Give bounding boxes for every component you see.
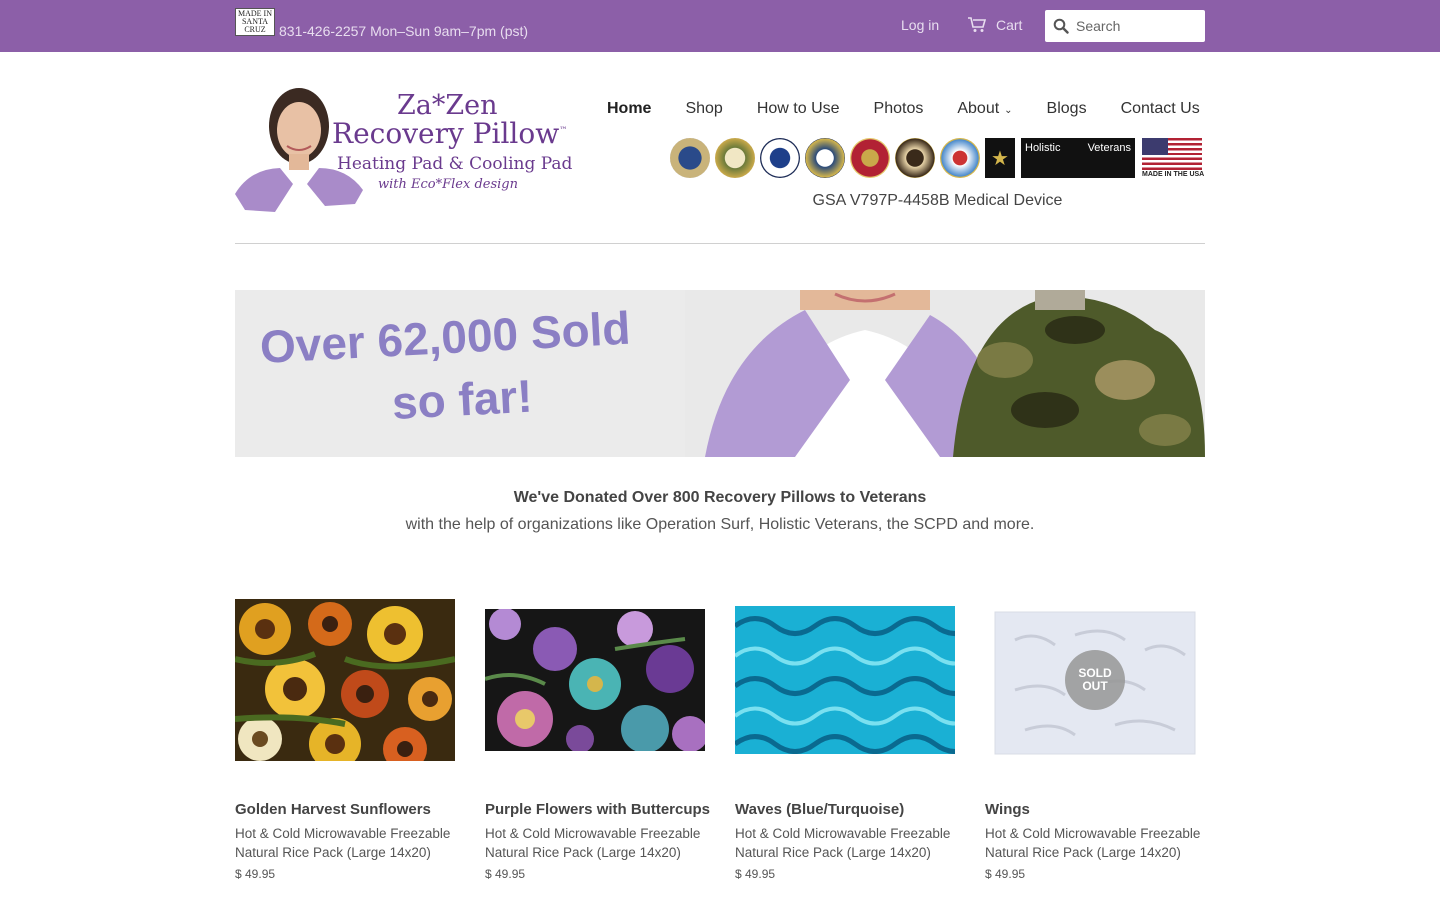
coast-guard-seal-icon — [940, 138, 980, 178]
product-title: Waves (Blue/Turquoise) — [735, 801, 905, 818]
air-force-seal-icon — [760, 138, 800, 178]
logo-line: CRUZ — [244, 25, 266, 34]
product-image — [735, 606, 955, 754]
product-image-wrap — [235, 596, 455, 764]
product-card[interactable]: SOLD OUT Wings Hot & Cold Microwavable F… — [985, 596, 1205, 881]
product-description: Hot & Cold Microwavable Freezable Natura… — [485, 826, 701, 860]
army-seal-icon — [715, 138, 755, 178]
product-card[interactable]: Purple Flowers with Buttercups Hot & Col… — [485, 596, 711, 881]
product-title: Golden Harvest Sunflowers — [235, 801, 431, 818]
product-image-wrap — [735, 596, 955, 764]
military-seals: ★ Holistic Veterans MADE IN THE USA — [670, 138, 1205, 178]
donation-subtitle: with the help of organizations like Oper… — [405, 516, 1035, 533]
nav-about[interactable]: About ⌄ — [957, 100, 1012, 118]
product-title: Wings — [985, 801, 1030, 818]
product-title: Purple Flowers with Buttercups — [485, 801, 711, 818]
navy-seal-icon — [805, 138, 845, 178]
hero-banner[interactable]: Over 62,000 Sold so far! — [235, 290, 1205, 457]
product-image-wrap — [485, 596, 705, 764]
product-image — [235, 599, 455, 761]
brand-tagline: Heating Pad & Cooling Pad — [337, 154, 573, 174]
nav-about-label: About — [957, 100, 1000, 117]
product-image-wrap: SOLD OUT — [985, 596, 1205, 764]
phone-hours: 831-426-2257 Mon–Sun 9am–7pm (pst) — [279, 23, 529, 39]
login-link[interactable]: Log in — [901, 17, 939, 33]
national-guard-seal-icon — [895, 138, 935, 178]
header-divider — [235, 243, 1205, 244]
marines-seal-icon — [850, 138, 890, 178]
product-card[interactable]: Golden Harvest Sunflowers Hot & Cold Mic… — [235, 596, 455, 881]
product-description: Hot & Cold Microwavable Freezable Natura… — [235, 826, 451, 860]
product-image — [485, 609, 705, 751]
search-box[interactable] — [1045, 10, 1205, 42]
cart-link[interactable]: Cart — [967, 17, 1022, 33]
brand-subtagline: with Eco*Flex design — [378, 177, 518, 192]
holistic-label: Holistic — [1025, 142, 1061, 154]
product-card[interactable]: Waves (Blue/Turquoise) Hot & Cold Microw… — [735, 596, 955, 881]
banner-subline: so far! — [390, 369, 534, 429]
nav-photos[interactable]: Photos — [874, 100, 924, 118]
veterans-label: Veterans — [1087, 142, 1131, 154]
cart-label: Cart — [996, 17, 1023, 33]
top-bar: MADE IN SANTA CRUZ 831-426-2257 Mon–Sun … — [0, 0, 1440, 52]
top-bar-inner: MADE IN SANTA CRUZ 831-426-2257 Mon–Sun … — [235, 0, 1205, 52]
nav-contact[interactable]: Contact Us — [1121, 100, 1200, 118]
nav-how-to-use[interactable]: How to Use — [757, 100, 840, 118]
made-in-usa-badge: MADE IN THE USA — [1142, 138, 1205, 178]
nav-home[interactable]: Home — [607, 100, 651, 118]
search-input[interactable] — [1076, 18, 1196, 34]
dept-veterans-seal-icon — [670, 138, 710, 178]
trademark: ™ — [559, 125, 568, 135]
nav-blogs[interactable]: Blogs — [1047, 100, 1087, 118]
holistic-veterans-badge: Holistic Veterans — [1021, 138, 1135, 178]
brand-product-text: Recovery Pillow — [332, 117, 560, 150]
made-in-santa-cruz-logo: MADE IN SANTA CRUZ — [235, 8, 275, 36]
product-price: $ 49.95 — [235, 867, 276, 881]
product-price: $ 49.95 — [735, 867, 776, 881]
site-logo[interactable]: Za*Zen Recovery Pillow™ Heating Pad & Co… — [235, 84, 572, 212]
main-nav: Home Shop How to Use Photos About ⌄ Blogs… — [607, 100, 1200, 118]
cart-icon — [968, 17, 987, 32]
product-price: $ 49.95 — [985, 867, 1026, 881]
brand-product: Recovery Pillow™ — [332, 117, 567, 150]
banner-photo — [685, 290, 1205, 457]
product-description: Hot & Cold Microwavable Freezable Natura… — [985, 826, 1201, 860]
nav-shop[interactable]: Shop — [685, 100, 722, 118]
banner-headline: Over 62,000 Sold — [258, 301, 632, 373]
donation-title: We've Donated Over 800 Recovery Pillows … — [513, 489, 927, 506]
us-flag-icon — [1142, 138, 1202, 170]
us-army-star-icon: ★ — [985, 138, 1015, 178]
product-price: $ 49.95 — [485, 867, 526, 881]
gsa-number: GSA V797P-4458B Medical Device — [812, 192, 1063, 209]
made-in-usa-text: MADE IN THE USA — [1142, 171, 1205, 178]
chevron-down-icon: ⌄ — [1004, 105, 1013, 116]
sold-out-badge: SOLD OUT — [1065, 650, 1125, 710]
product-description: Hot & Cold Microwavable Freezable Natura… — [735, 826, 951, 860]
search-icon — [1053, 18, 1069, 34]
